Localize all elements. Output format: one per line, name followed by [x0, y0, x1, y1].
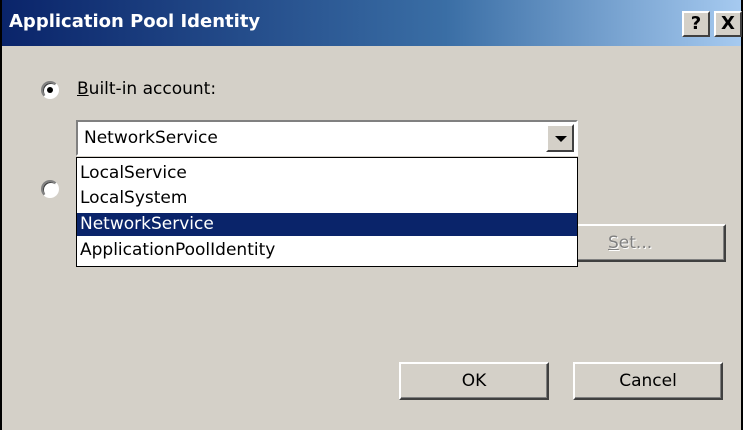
close-button[interactable]: X — [714, 11, 742, 37]
dropdown-option-applicationpoolidentity[interactable]: ApplicationPoolIdentity — [77, 239, 577, 262]
chevron-down-icon — [555, 136, 567, 142]
help-button[interactable]: ? — [682, 11, 710, 37]
dropdown-option-localservice[interactable]: LocalService — [77, 162, 577, 185]
set-button[interactable]: Set... — [576, 224, 726, 262]
application-pool-identity-dialog: Application Pool Identity ? X Built-in a… — [0, 0, 743, 430]
close-icon: X — [721, 13, 735, 34]
builtin-account-combobox[interactable]: NetworkService — [76, 120, 578, 156]
builtin-label-text: uilt-in account: — [88, 79, 217, 99]
set-accesskey: S — [608, 233, 619, 253]
set-label-text: et... — [618, 233, 653, 253]
dropdown-option-localsystem[interactable]: LocalSystem — [77, 187, 577, 210]
question-mark-icon: ? — [690, 13, 702, 34]
title-bar[interactable]: Application Pool Identity ? X — [2, 0, 742, 46]
radio-selected-dot — [47, 87, 53, 93]
window-title: Application Pool Identity — [9, 11, 261, 32]
ok-button[interactable]: OK — [399, 362, 549, 400]
builtin-account-radio[interactable] — [41, 81, 59, 99]
cancel-button[interactable]: Cancel — [573, 362, 723, 400]
account-dropdown-list[interactable]: LocalService LocalSystem NetworkService … — [76, 157, 578, 267]
builtin-accesskey: B — [77, 79, 89, 99]
dropdown-button[interactable] — [546, 124, 574, 152]
combobox-value: NetworkService — [84, 128, 218, 148]
custom-account-radio[interactable] — [41, 180, 59, 198]
builtin-account-label[interactable]: Built-in account: — [77, 79, 216, 99]
dropdown-option-networkservice[interactable]: NetworkService — [77, 213, 577, 236]
